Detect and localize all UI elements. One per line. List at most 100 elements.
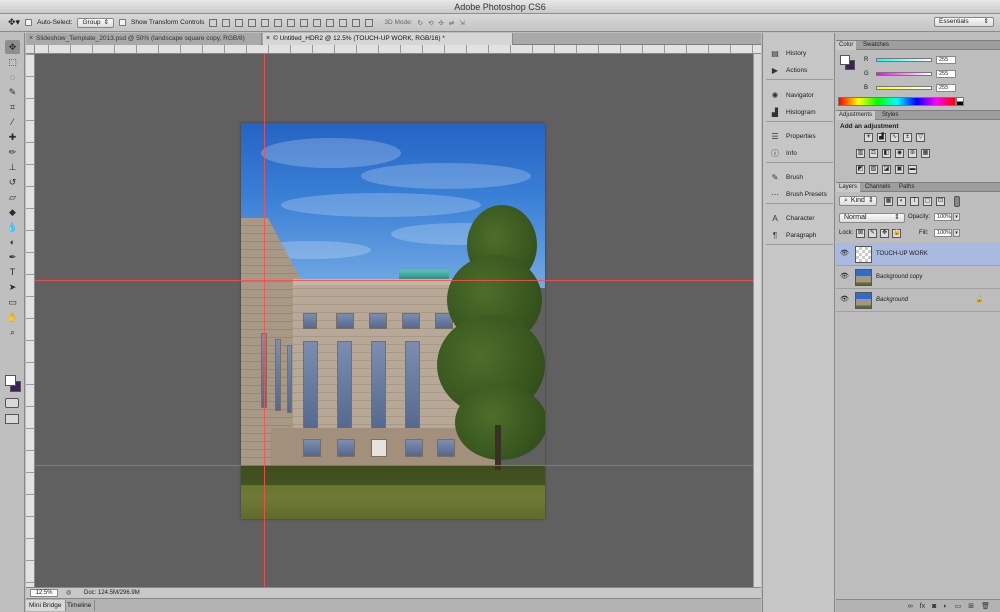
- distribute-vcenter-icon[interactable]: [300, 18, 309, 27]
- lock-image-icon[interactable]: ✎: [868, 229, 877, 238]
- tab-color[interactable]: Color: [836, 41, 857, 50]
- tab-mini-bridge[interactable]: Mini Bridge: [26, 600, 66, 611]
- red-value-field[interactable]: 255: [936, 56, 956, 64]
- foreground-color-swatch[interactable]: [5, 375, 16, 386]
- auto-select-checkbox[interactable]: [25, 19, 33, 26]
- scale-3d-icon[interactable]: ⇲: [459, 19, 464, 27]
- vertical-scrollbar[interactable]: [753, 54, 761, 587]
- panel-navigator[interactable]: ✺ Navigator: [766, 87, 833, 104]
- tab-slideshow-template[interactable]: × Slideshow_Template_2013.psd @ 50% (lan…: [26, 33, 262, 45]
- status-info-icon[interactable]: ◎: [66, 588, 71, 598]
- lock-all-icon[interactable]: 🔒: [892, 229, 901, 238]
- brightness-contrast-icon[interactable]: ☀: [864, 133, 873, 142]
- posterize-icon[interactable]: ▨: [869, 165, 878, 174]
- blue-value-field[interactable]: 255: [936, 84, 956, 92]
- link-layers-icon[interactable]: ∞: [908, 603, 913, 610]
- lock-icon[interactable]: 🔒: [975, 295, 984, 303]
- rotate-3d-icon[interactable]: ↻: [418, 19, 423, 27]
- fill-field[interactable]: 100%: [934, 229, 952, 237]
- filter-adjustment-icon[interactable]: ◐: [897, 197, 906, 206]
- distribute-bottom-icon[interactable]: [313, 18, 322, 27]
- vertical-ruler[interactable]: [26, 54, 35, 587]
- document-size-info[interactable]: Doc: 124.5M/296.9M: [84, 588, 140, 598]
- tab-adjustments[interactable]: Adjustments: [836, 111, 876, 120]
- quick-mask-icon[interactable]: [5, 398, 19, 408]
- filter-pixel-icon[interactable]: ▦: [884, 197, 893, 206]
- distribute-hcenter-icon[interactable]: [339, 18, 348, 27]
- panel-paragraph[interactable]: ¶ Paragraph: [766, 227, 833, 244]
- path-selection-tool-icon[interactable]: ➤: [5, 280, 20, 294]
- paint-bucket-tool-icon[interactable]: ◆: [5, 205, 20, 219]
- eye-icon[interactable]: 👁: [840, 272, 851, 280]
- auto-select-dropdown[interactable]: Group ⇕: [77, 17, 115, 28]
- tab-untitled-hdr2[interactable]: × © Untitled_HDR2 @ 12.5% (TOUCH-UP WORK…: [263, 33, 513, 45]
- panel-actions[interactable]: ▶ Actions: [766, 62, 833, 79]
- black-white-icon[interactable]: ◧: [882, 149, 891, 158]
- align-vcenter-icon[interactable]: [222, 18, 231, 27]
- eye-icon[interactable]: 👁: [840, 295, 851, 303]
- drag-3d-icon[interactable]: ✣: [438, 19, 443, 27]
- tab-paths[interactable]: Paths: [896, 183, 917, 192]
- zoom-tool-icon[interactable]: ⌕: [5, 325, 20, 339]
- vertical-guide[interactable]: [264, 54, 265, 587]
- layer-row[interactable]: 👁 TOUCH-UP WORK: [836, 243, 1000, 266]
- distribute-top-icon[interactable]: [287, 18, 296, 27]
- horizontal-ruler[interactable]: [26, 45, 761, 54]
- horizontal-guide[interactable]: [35, 280, 753, 281]
- layer-mask-icon[interactable]: ◙: [932, 603, 936, 610]
- new-group-icon[interactable]: ▭: [955, 602, 962, 610]
- align-top-icon[interactable]: [209, 18, 218, 27]
- blur-tool-icon[interactable]: 💧: [5, 220, 20, 234]
- filter-smart-object-icon[interactable]: ⊡: [936, 197, 945, 206]
- vibrance-icon[interactable]: ▽: [916, 133, 925, 142]
- color-lookup-icon[interactable]: ▦: [921, 149, 930, 158]
- tab-styles[interactable]: Styles: [879, 111, 901, 120]
- history-brush-tool-icon[interactable]: ↺: [5, 175, 20, 189]
- layer-filter-dropdown[interactable]: ⌕ Kind ⇕: [839, 196, 877, 206]
- pen-tool-icon[interactable]: ✒: [5, 250, 20, 264]
- threshold-icon[interactable]: ◪: [882, 165, 891, 174]
- fill-arrow-icon[interactable]: ▾: [953, 229, 960, 237]
- tab-layers[interactable]: Layers: [836, 183, 861, 192]
- tab-swatches[interactable]: Swatches: [860, 41, 892, 50]
- hand-tool-icon[interactable]: ✋: [5, 310, 20, 324]
- gradient-map-icon[interactable]: ▬: [908, 165, 917, 174]
- close-icon[interactable]: ×: [29, 33, 33, 45]
- marquee-tool-icon[interactable]: ⬚: [5, 55, 20, 69]
- crop-tool-icon[interactable]: ⌗: [5, 100, 20, 114]
- close-icon[interactable]: ×: [266, 33, 270, 45]
- blend-mode-dropdown[interactable]: Normal ⇕: [839, 213, 905, 223]
- lasso-tool-icon[interactable]: ◌: [5, 70, 20, 84]
- new-layer-icon[interactable]: ⊞: [968, 602, 974, 610]
- dodge-tool-icon[interactable]: ◐: [5, 235, 20, 249]
- panel-brush[interactable]: ✎ Brush: [766, 169, 833, 186]
- rectangle-tool-icon[interactable]: ▭: [5, 295, 20, 309]
- selective-color-icon[interactable]: ▣: [895, 165, 904, 174]
- exposure-icon[interactable]: ±: [903, 133, 912, 142]
- panel-info[interactable]: ⓘ Info: [766, 145, 833, 162]
- quick-selection-tool-icon[interactable]: ✎: [5, 85, 20, 99]
- workspace-dropdown[interactable]: Essentials ⇕: [934, 17, 994, 27]
- filter-toggle[interactable]: [954, 196, 960, 207]
- canvas-area[interactable]: [35, 54, 753, 587]
- filter-type-icon[interactable]: T: [910, 197, 919, 206]
- panel-character[interactable]: A Character: [766, 210, 833, 227]
- slide-3d-icon[interactable]: ⇄: [449, 19, 454, 27]
- red-slider[interactable]: [876, 58, 932, 62]
- distribute-left-icon[interactable]: [326, 18, 335, 27]
- green-value-field[interactable]: 255: [936, 70, 956, 78]
- align-hcenter-icon[interactable]: [261, 18, 270, 27]
- brush-tool-icon[interactable]: ✏: [5, 145, 20, 159]
- auto-align-icon[interactable]: [365, 18, 374, 27]
- panel-histogram[interactable]: ▟ Histogram: [766, 104, 833, 121]
- layer-style-icon[interactable]: fx: [920, 603, 925, 610]
- tab-channels[interactable]: Channels: [862, 183, 893, 192]
- align-left-icon[interactable]: [248, 18, 257, 27]
- type-tool-icon[interactable]: T: [5, 265, 20, 279]
- opacity-field[interactable]: 100%: [934, 213, 952, 221]
- hue-saturation-icon[interactable]: ▥: [856, 149, 865, 158]
- eye-icon[interactable]: 👁: [840, 249, 851, 257]
- panel-brush-presets[interactable]: ⋯ Brush Presets: [766, 186, 833, 203]
- invert-icon[interactable]: ◩: [856, 165, 865, 174]
- color-foreground-swatch[interactable]: [840, 55, 850, 65]
